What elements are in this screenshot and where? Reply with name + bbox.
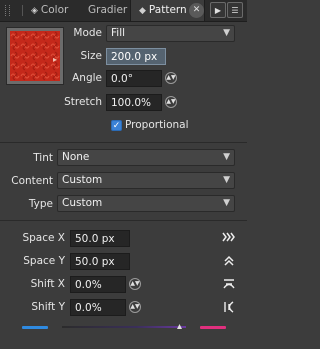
stretch-stepper[interactable]: ▲▼ [164,94,178,111]
shift-x-label: Shift X [30,278,65,290]
up-down-arrows-icon: ▲▼ [129,301,141,313]
tab-color[interactable]: ◈ Color [31,0,68,21]
proportional-label: Proportional [125,119,189,131]
tab-gradient-label: Gradier [88,4,128,16]
shift-y-input[interactable]: 0.0% [70,299,126,316]
space-x-input[interactable]: 50.0 px [70,230,130,247]
tab-color-label: Color [40,4,69,16]
section-divider [0,220,247,221]
tab-pattern-label: Pattern [148,4,187,16]
color-tab-icon: ◈ [31,6,38,16]
mode-label: Mode [73,27,102,39]
space-y-input[interactable]: 50.0 px [70,253,130,270]
type-select[interactable]: Custom ▼ [57,195,235,212]
stretch-input[interactable]: 100.0% [106,94,162,111]
chevron-down-icon: ▼ [223,175,230,185]
type-select-value: Custom [62,197,103,209]
angle-stepper[interactable]: ▲▼ [164,70,178,87]
preview-caret-icon[interactable]: ▸ [53,55,57,64]
close-tab-icon[interactable]: ✕ [189,3,204,18]
section-divider [0,142,247,143]
chevron-down-icon: ▼ [223,28,230,38]
up-down-arrows-icon: ▲▼ [165,72,177,84]
color-indicator-blue [22,326,48,329]
shift-x-input[interactable]: 0.0% [70,276,126,293]
chevron-down-icon: ▼ [223,198,230,208]
gradient-indicator [62,326,186,328]
angle-label: Angle [72,72,102,84]
pattern-tab-icon: ◆ [139,6,146,16]
color-indicator-pink [200,326,226,329]
double-chevron-up-icon[interactable] [222,254,236,268]
tab-separator [22,5,23,16]
panel-grip-icon[interactable] [5,5,10,16]
content-select-value: Custom [62,174,103,186]
shift-x-stepper[interactable]: ▲▼ [128,276,142,293]
shift-y-label: Shift Y [31,301,65,313]
shift-x-icon[interactable] [222,277,236,291]
tint-label: Tint [33,152,53,164]
chevron-down-icon: ▼ [223,152,230,162]
space-y-label: Space Y [23,255,65,267]
play-icon[interactable]: ▶ [210,2,226,18]
content-select[interactable]: Custom ▼ [57,172,235,189]
proportional-checkbox[interactable]: ✓ [111,120,122,131]
stretch-label: Stretch [64,96,102,108]
panel-menu-icon[interactable]: ☰ [227,2,243,18]
tint-select-value: None [62,151,90,163]
tint-select[interactable]: None ▼ [57,149,235,166]
space-x-label: Space X [22,232,65,244]
content-label: Content [11,175,53,187]
mode-select[interactable]: Fill ▼ [106,25,235,42]
mode-select-value: Fill [111,27,126,39]
shift-y-stepper[interactable]: ▲▼ [128,299,142,316]
angle-input[interactable]: 0.0° [106,70,162,87]
size-input[interactable]: 200.0 px [106,48,166,65]
up-down-arrows-icon: ▲▼ [165,96,177,108]
pattern-preview[interactable]: ▸ [6,27,64,85]
shift-y-icon[interactable] [222,300,236,314]
size-label: Size [80,50,102,62]
type-label: Type [28,198,53,210]
fast-forward-chevrons-icon[interactable] [222,231,236,245]
tab-gradient[interactable]: Gradier [88,0,127,21]
up-down-arrows-icon: ▲▼ [129,278,141,290]
